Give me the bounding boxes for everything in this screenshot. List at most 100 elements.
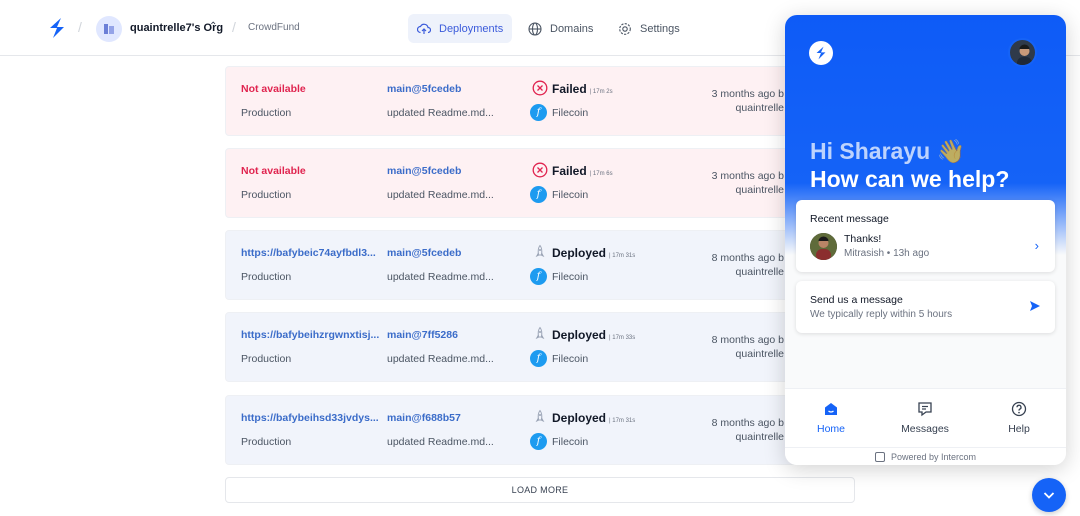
- failed-x-icon: [532, 162, 548, 178]
- status-label: Deployed: [552, 328, 607, 342]
- org-icon: [96, 16, 122, 42]
- messenger-tab-help[interactable]: Help: [979, 401, 1059, 435]
- duration-value: 17m 2s: [592, 89, 613, 95]
- send-message-title: Send us a message: [810, 294, 903, 306]
- commit-link[interactable]: main@f688b57: [387, 412, 461, 424]
- tab-label: Help: [1008, 423, 1030, 435]
- messenger-footer: Home Messages Help Powered by Intercom: [785, 388, 1066, 465]
- build-duration: | 17m 6s: [589, 171, 613, 177]
- tab-domains[interactable]: Domains: [519, 14, 602, 43]
- deployment-time: 8 months ago b: [711, 417, 784, 429]
- deployment-card[interactable]: https://bafybeihsd33jvdys... Production ma…: [225, 395, 855, 465]
- spheron-logo-icon: [809, 41, 833, 65]
- deployment-card[interactable]: https://bafybeihzrgwnxtisj... Production m…: [225, 312, 855, 382]
- deployment-environment: Production: [241, 353, 292, 365]
- deployment-author: quaintrelle: [735, 348, 784, 360]
- build-duration: | 17m 31s: [609, 253, 636, 259]
- deployment-card[interactable]: Not available Production main@5fcedeb updat…: [225, 148, 855, 218]
- deployment-environment: Production: [241, 107, 292, 119]
- deployment-author: quaintrelle: [735, 431, 784, 443]
- duration-value: 17m 31s: [612, 418, 636, 424]
- messenger-tab-home[interactable]: Home: [791, 401, 871, 435]
- reply-time-text: We typically reply within 5 hours: [810, 309, 953, 320]
- filecoin-icon: f: [530, 268, 547, 285]
- status-label: Failed: [552, 82, 587, 96]
- commit-message: updated Readme.md...: [387, 353, 494, 365]
- deployment-author: quaintrelle: [735, 102, 784, 114]
- home-icon: [825, 403, 837, 415]
- build-duration: | 17m 2s: [589, 89, 613, 95]
- messenger-launcher-button[interactable]: [1032, 478, 1066, 512]
- build-duration: | 17m 33s: [609, 335, 636, 341]
- rocket-icon: [535, 326, 545, 340]
- deployment-author: quaintrelle: [735, 266, 784, 278]
- commit-link[interactable]: main@7ff5286: [387, 329, 458, 341]
- chevron-right-icon: ›: [1034, 238, 1039, 253]
- deployment-url[interactable]: https://bafybeic74ayfbdl3...: [241, 247, 376, 259]
- deployment-url: Not available: [241, 165, 306, 177]
- spheron-logo-icon[interactable]: [46, 17, 68, 39]
- help-icon: [1011, 401, 1027, 417]
- globe-icon: [528, 21, 542, 36]
- tab-deployments[interactable]: Deployments: [408, 14, 513, 43]
- messages-icon: [918, 402, 932, 417]
- deployment-author: quaintrelle: [735, 184, 784, 196]
- rocket-icon: [535, 244, 545, 258]
- deployment-time: 3 months ago b: [711, 88, 784, 100]
- deployment-status: Failed | 17m 2s: [552, 82, 613, 96]
- tab-label: Settings: [640, 22, 680, 35]
- deployment-time: 8 months ago b: [711, 252, 784, 264]
- commit-message: updated Readme.md...: [387, 271, 494, 283]
- duration-value: 17m 6s: [592, 171, 613, 177]
- deployment-environment: Production: [241, 271, 292, 283]
- intercom-logo-icon: [874, 452, 885, 462]
- gear-icon: [619, 22, 631, 35]
- commit-link[interactable]: main@5fcedeb: [387, 165, 461, 177]
- tab-label: Deployments: [439, 22, 504, 35]
- recent-message-title: Recent message: [810, 213, 889, 225]
- tab-label: Messages: [901, 423, 949, 435]
- failed-x-icon: [532, 80, 548, 96]
- chevron-down-icon: [1043, 492, 1055, 499]
- storage-provider: Filecoin: [552, 189, 589, 201]
- status-label: Deployed: [552, 411, 607, 425]
- send-message-card[interactable]: Send us a message We typically reply wit…: [796, 281, 1055, 333]
- deployment-environment: Production: [241, 436, 292, 448]
- load-more-button[interactable]: LOAD MORE: [225, 477, 855, 503]
- status-label: Deployed: [552, 246, 607, 260]
- breadcrumb-separator: /: [78, 19, 82, 35]
- deployment-card[interactable]: https://bafybeic74ayfbdl3... Production ma…: [225, 230, 855, 300]
- org-switcher-chevron-icon[interactable]: ⌃: [209, 21, 217, 32]
- recent-message-meta: Mitrasish • 13h ago: [844, 248, 930, 259]
- agent-avatar: [1008, 38, 1037, 67]
- storage-provider: Filecoin: [552, 436, 589, 448]
- deployment-status: Deployed | 17m 31s: [552, 411, 635, 425]
- deployment-url: Not available: [241, 83, 306, 95]
- deployment-url[interactable]: https://bafybeihsd33jvdys...: [241, 412, 379, 424]
- tab-settings[interactable]: Settings: [609, 14, 689, 43]
- storage-provider: Filecoin: [552, 271, 589, 283]
- messenger-tab-messages[interactable]: Messages: [885, 401, 965, 435]
- commit-message: updated Readme.md...: [387, 436, 494, 448]
- deployment-card[interactable]: Not available Production main@5fcedeb updat…: [225, 66, 855, 136]
- rocket-icon: [535, 409, 545, 423]
- duration-value: 17m 33s: [612, 335, 636, 341]
- filecoin-icon: f: [530, 186, 547, 203]
- commit-link[interactable]: main@5fcedeb: [387, 83, 461, 95]
- status-label: Failed: [552, 164, 587, 178]
- powered-by-text: Powered by Intercom: [890, 452, 977, 462]
- tab-label: Domains: [550, 22, 594, 35]
- project-name[interactable]: CrowdFund: [248, 22, 300, 33]
- deployment-url[interactable]: https://bafybeihzrgwnxtisj...: [241, 329, 379, 341]
- powered-by-intercom[interactable]: Powered by Intercom: [785, 447, 1066, 465]
- deployment-status: Failed | 17m 6s: [552, 164, 613, 178]
- recent-message-text: Thanks!: [844, 233, 882, 245]
- commit-message: updated Readme.md...: [387, 189, 494, 201]
- deployment-environment: Production: [241, 189, 292, 201]
- filecoin-icon: f: [530, 350, 547, 367]
- recent-message-card[interactable]: Recent message Thanks! Mitrasish • 13h a…: [796, 200, 1055, 272]
- breadcrumb-separator: /: [232, 19, 236, 35]
- deployment-time: 3 months ago b: [711, 170, 784, 182]
- filecoin-icon: f: [530, 104, 547, 121]
- commit-link[interactable]: main@5fcedeb: [387, 247, 461, 259]
